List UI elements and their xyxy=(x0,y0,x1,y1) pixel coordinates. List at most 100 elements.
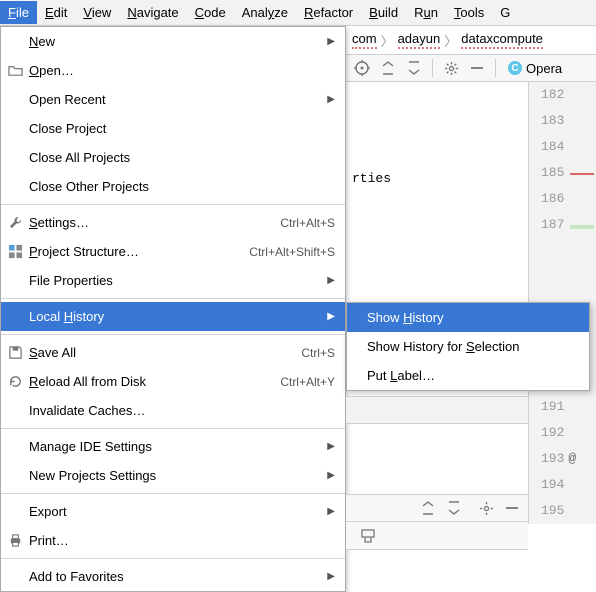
submenu-item-label: Put Label… xyxy=(367,368,435,383)
menubar-item-file[interactable]: File xyxy=(0,1,37,24)
menubar-item-run[interactable]: Run xyxy=(406,1,446,24)
submenu-arrow-icon: ▶ xyxy=(327,506,335,517)
menu-separator xyxy=(1,558,345,559)
breadcrumb-separator: 〉 xyxy=(444,31,457,50)
separator xyxy=(495,59,496,77)
line-number: 186 xyxy=(541,186,596,212)
annotation-at-icon: @ xyxy=(564,451,576,466)
menubar-item-code[interactable]: Code xyxy=(187,1,234,24)
menu-separator xyxy=(1,428,345,429)
breadcrumb-segment[interactable]: adayun xyxy=(398,31,441,49)
menu-item-new-projects-settings[interactable]: New Projects Settings ▶ xyxy=(1,461,345,490)
menu-separator xyxy=(1,204,345,205)
editor-tertiary-bar-bottom xyxy=(346,522,528,550)
menu-item-new[interactable]: New ▶ xyxy=(1,27,345,56)
editor-toolbar: C Opera xyxy=(346,54,596,82)
target-icon[interactable] xyxy=(352,58,372,78)
menu-item-label: Manage IDE Settings xyxy=(29,439,152,454)
wrench-icon xyxy=(7,215,23,231)
menu-item-label: New Projects Settings xyxy=(29,468,156,483)
menu-item-reload-all-from-disk[interactable]: Reload All from Disk Ctrl+Alt+Y xyxy=(1,367,345,396)
submenu-arrow-icon: ▶ xyxy=(327,470,335,481)
menu-item-label: Export xyxy=(29,504,67,519)
gear-icon[interactable] xyxy=(441,58,461,78)
menu-item-add-to-favorites[interactable]: Add to Favorites▶ xyxy=(1,562,345,591)
menu-item-print[interactable]: Print… xyxy=(1,526,345,555)
menu-item-local-history[interactable]: Local History▶ xyxy=(1,302,345,331)
menubar-item-navigate[interactable]: Navigate xyxy=(119,1,186,24)
print-icon xyxy=(7,533,23,549)
expand-all-icon[interactable] xyxy=(418,498,438,518)
submenu-item-label: Show History xyxy=(367,310,444,325)
active-file-tab[interactable]: C Opera xyxy=(504,61,566,76)
minimize-icon[interactable] xyxy=(467,58,487,78)
menubar-item-analyze[interactable]: Analyze xyxy=(234,1,296,24)
submenu-item-show-history[interactable]: Show History xyxy=(347,303,589,332)
line-number: 191 xyxy=(541,394,596,420)
menu-item-label: Project Structure… xyxy=(29,244,139,259)
menu-separator xyxy=(1,493,345,494)
save-icon xyxy=(7,345,23,361)
collapse-all-icon[interactable] xyxy=(404,58,424,78)
menu-item-manage-ide-settings[interactable]: Manage IDE Settings▶ xyxy=(1,432,345,461)
menu-item-label: New xyxy=(29,34,55,49)
line-number: 195 xyxy=(541,498,596,524)
menu-item-save-all[interactable]: Save AllCtrl+S xyxy=(1,338,345,367)
submenu-arrow-icon: ▶ xyxy=(327,94,335,105)
menu-item-export[interactable]: Export ▶ xyxy=(1,497,345,526)
menu-item-shortcut: Ctrl+S xyxy=(301,346,335,360)
menu-item-shortcut: Ctrl+Alt+S xyxy=(280,216,335,230)
collapse-all-icon[interactable] xyxy=(444,498,464,518)
line-number: 183 xyxy=(541,108,596,134)
menu-item-label: Add to Favorites xyxy=(29,569,124,584)
line-number: 194 xyxy=(541,472,596,498)
submenu-item-show-history-for-selection[interactable]: Show History for Selection xyxy=(347,332,589,361)
menubar: FileEditViewNavigateCodeAnalyzeRefactorB… xyxy=(0,0,596,26)
menu-item-project-structure[interactable]: Project Structure… Ctrl+Alt+Shift+S xyxy=(1,237,345,266)
class-file-icon: C xyxy=(508,61,522,75)
menu-item-label: Local History xyxy=(29,309,104,324)
layout-icon[interactable] xyxy=(358,526,378,546)
menu-item-invalidate-caches[interactable]: Invalidate Caches… xyxy=(1,396,345,425)
menubar-item-build[interactable]: Build xyxy=(361,1,406,24)
line-number: 185 xyxy=(541,160,596,186)
menu-item-shortcut: Ctrl+Alt+Shift+S xyxy=(249,245,335,259)
editor-tertiary-bar-top xyxy=(346,494,528,522)
active-file-name: Opera xyxy=(526,61,562,76)
submenu-item-label: Show History for Selection xyxy=(367,339,519,354)
expand-all-icon[interactable] xyxy=(378,58,398,78)
menu-item-label: Close All Projects xyxy=(29,150,130,165)
menu-item-label: File Properties xyxy=(29,273,113,288)
menubar-item-g[interactable]: G xyxy=(492,1,518,24)
menu-item-label: Open… xyxy=(29,63,74,78)
menubar-item-refactor[interactable]: Refactor xyxy=(296,1,361,24)
submenu-item-put-label[interactable]: Put Label… xyxy=(347,361,589,390)
menubar-item-edit[interactable]: Edit xyxy=(37,1,75,24)
minimize-icon[interactable] xyxy=(502,498,522,518)
menu-item-shortcut: Ctrl+Alt+Y xyxy=(280,375,335,389)
menu-item-label: Open Recent xyxy=(29,92,106,107)
breadcrumb-segment[interactable]: dataxcompute xyxy=(461,31,543,49)
menu-item-close-project[interactable]: Close Project xyxy=(1,114,345,143)
gear-icon[interactable] xyxy=(476,498,496,518)
menu-item-close-other-projects[interactable]: Close Other Projects xyxy=(1,172,345,201)
menu-item-file-properties[interactable]: File Properties▶ xyxy=(1,266,345,295)
menu-item-open[interactable]: Open… xyxy=(1,56,345,85)
menu-item-label: Print… xyxy=(29,533,69,548)
menu-item-close-all-projects[interactable]: Close All Projects xyxy=(1,143,345,172)
menu-item-settings[interactable]: Settings…Ctrl+Alt+S xyxy=(1,208,345,237)
project-structure-icon xyxy=(7,244,23,260)
editor-secondary-bar xyxy=(346,396,528,424)
separator xyxy=(432,59,433,77)
menubar-item-view[interactable]: View xyxy=(75,1,119,24)
folder-open-icon xyxy=(7,63,23,79)
menu-item-open-recent[interactable]: Open Recent ▶ xyxy=(1,85,345,114)
breadcrumb-bar: com〉adayun〉dataxcompute xyxy=(346,26,596,54)
menu-item-label: Close Other Projects xyxy=(29,179,149,194)
submenu-arrow-icon: ▶ xyxy=(327,36,335,47)
breadcrumb-segment[interactable]: com xyxy=(352,31,377,49)
menu-item-label: Reload All from Disk xyxy=(29,374,146,389)
menubar-item-tools[interactable]: Tools xyxy=(446,1,492,24)
reload-icon xyxy=(7,374,23,390)
file-menu-dropdown: New ▶ Open… Open Recent ▶ Close Project Close … xyxy=(0,26,346,592)
